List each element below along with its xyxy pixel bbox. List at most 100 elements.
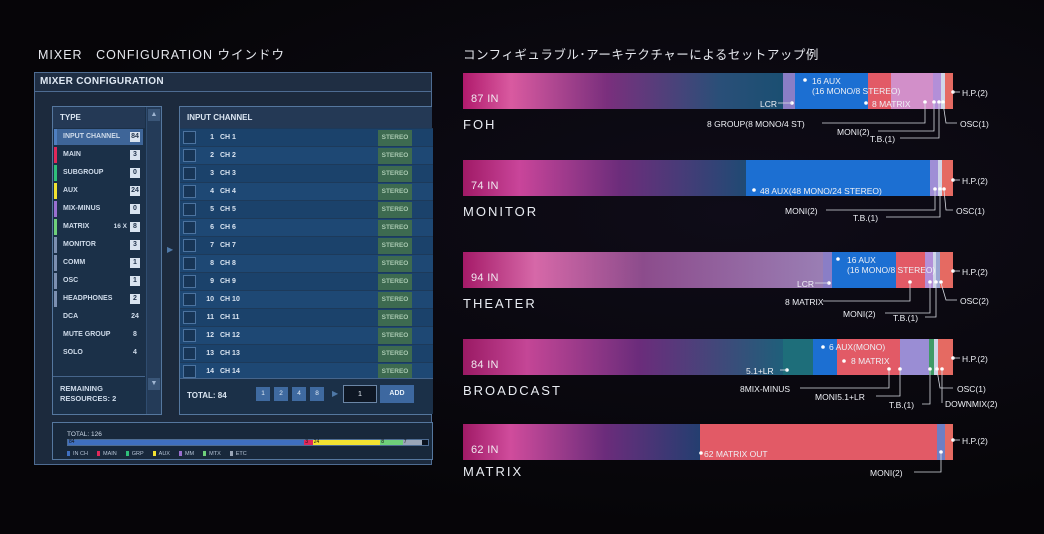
channel-mode-button[interactable]: STEREO — [378, 166, 412, 182]
channel-checkbox[interactable] — [183, 239, 196, 252]
channel-count-input[interactable]: 1 — [343, 385, 377, 403]
type-item[interactable]: HEADPHONES 2 — [54, 291, 143, 307]
channel-row[interactable]: 3 CH 3 STEREO — [180, 164, 433, 182]
channel-header: INPUT CHANNEL — [180, 107, 432, 128]
chevron-right-icon: ▶ — [167, 245, 174, 254]
channel-checkbox[interactable] — [183, 203, 196, 216]
channel-row[interactable]: 9 CH 9 STEREO — [180, 272, 433, 290]
channel-checkbox[interactable] — [183, 167, 196, 180]
channel-row[interactable]: 5 CH 5 STEREO — [180, 200, 433, 218]
channel-mode-button[interactable]: STEREO — [378, 346, 412, 362]
channel-checkbox[interactable] — [183, 329, 196, 342]
type-item[interactable]: MATRIX 16 X8 — [54, 219, 143, 235]
channel-checkbox[interactable] — [183, 347, 196, 360]
increment-button[interactable]: 2 — [274, 387, 288, 401]
channel-mode-button[interactable]: STEREO — [378, 148, 412, 164]
type-item[interactable]: MUTE GROUP 8 — [54, 327, 143, 343]
channel-checkbox[interactable] — [183, 311, 196, 324]
legend-item: ETC — [229, 451, 247, 457]
annotation-label: T.B.(1) — [893, 313, 919, 323]
type-item-count: 4 — [133, 349, 137, 356]
annotation-label: 8 MATRIX — [851, 356, 890, 366]
type-item-count: 0 — [130, 168, 140, 178]
channel-mode-button[interactable]: STEREO — [378, 130, 412, 146]
type-item[interactable]: OSC 1 — [54, 273, 143, 289]
increment-button[interactable]: 4 — [292, 387, 306, 401]
annotation-label: H.P.(2) — [962, 436, 988, 446]
type-scrollbar[interactable]: ▲ ▼ — [146, 107, 161, 414]
channel-number: 2 — [210, 152, 214, 159]
channel-row[interactable]: 11 CH 11 STEREO — [180, 308, 433, 326]
annotation-label: 16 AUX (16 MONO/8 STEREO) — [812, 76, 901, 96]
mixer-window-heading: MIXER CONFIGURATION ウインドウ — [38, 48, 285, 62]
channel-row[interactable]: 6 CH 6 STEREO — [180, 218, 433, 236]
type-item[interactable]: SOLO 4 — [54, 345, 143, 361]
channel-row[interactable]: 10 CH 10 STEREO — [180, 290, 433, 308]
input-count-label: 84 IN — [471, 359, 499, 371]
channel-mode-button[interactable]: STEREO — [378, 220, 412, 236]
input-count-label: 62 IN — [471, 444, 499, 456]
output-segment — [945, 73, 953, 109]
channel-row[interactable]: 7 CH 7 STEREO — [180, 236, 433, 254]
channel-mode-button[interactable]: STEREO — [378, 328, 412, 344]
channel-row[interactable]: 13 CH 13 STEREO — [180, 344, 433, 362]
annotation-label: MONI5.1+LR — [815, 392, 865, 402]
channel-row[interactable]: 4 CH 4 STEREO — [180, 182, 433, 200]
scroll-up-icon[interactable]: ▲ — [148, 109, 160, 121]
annotation-label: H.P.(2) — [962, 88, 988, 98]
type-item[interactable]: MIX-MINUS 0 — [54, 201, 143, 217]
type-item-count: 8 — [130, 222, 140, 232]
channel-checkbox[interactable] — [183, 275, 196, 288]
channel-checkbox[interactable] — [183, 131, 196, 144]
channel-number: 13 — [206, 350, 214, 357]
annotation-label: 8MIX-MINUS — [740, 384, 791, 394]
channel-mode-button[interactable]: STEREO — [378, 238, 412, 254]
legend-item: MTX — [203, 451, 221, 457]
type-item[interactable]: MAIN 3 — [54, 147, 143, 163]
channel-name: CH 2 — [220, 152, 236, 159]
channel-checkbox[interactable] — [183, 221, 196, 234]
input-segment — [463, 160, 746, 196]
type-item[interactable]: INPUT CHANNEL 84 — [54, 129, 143, 145]
channel-mode-button[interactable]: STEREO — [378, 184, 412, 200]
channel-row[interactable]: 1 CH 1 STEREO — [180, 128, 433, 146]
type-item-count: 84 — [130, 132, 140, 142]
page: MIXER CONFIGURATION ウインドウ コンフィギュラブル･アーキテ… — [0, 0, 1044, 534]
channel-checkbox[interactable] — [183, 185, 196, 198]
channel-total: TOTAL: 84 — [187, 391, 227, 400]
output-segment — [938, 339, 953, 375]
channel-row[interactable]: 8 CH 8 STEREO — [180, 254, 433, 272]
channel-number: 8 — [210, 260, 214, 267]
type-item[interactable]: AUX 24 — [54, 183, 143, 199]
increment-button[interactable]: 8 — [310, 387, 324, 401]
channel-checkbox[interactable] — [183, 293, 196, 306]
channel-checkbox[interactable] — [183, 365, 196, 378]
type-item[interactable]: SUBGROUP 0 — [54, 165, 143, 181]
legend-swatch — [178, 451, 182, 456]
resource-segment: 84 — [68, 440, 305, 445]
channel-mode-button[interactable]: STEREO — [378, 256, 412, 272]
scroll-down-icon[interactable]: ▼ — [148, 378, 160, 390]
channel-number: 14 — [206, 368, 214, 375]
increment-button[interactable]: 1 — [256, 387, 270, 401]
channel-row[interactable]: 2 CH 2 STEREO — [180, 146, 433, 164]
window-title: MIXER CONFIGURATION — [35, 73, 431, 92]
type-item-prefix: 16 X — [113, 223, 127, 230]
channel-mode-button[interactable]: STEREO — [378, 310, 412, 326]
channel-mode-button[interactable]: STEREO — [378, 274, 412, 290]
annotation-label: 8 GROUP(8 MONO/4 ST) — [707, 119, 805, 129]
channel-row[interactable]: 12 CH 12 STEREO — [180, 326, 433, 344]
channel-mode-button[interactable]: STEREO — [378, 202, 412, 218]
channel-checkbox[interactable] — [183, 149, 196, 162]
channel-checkbox[interactable] — [183, 257, 196, 270]
channel-name: CH 1 — [220, 134, 236, 141]
type-item[interactable]: MONITOR 3 — [54, 237, 143, 253]
type-item[interactable]: COMM 1 — [54, 255, 143, 271]
output-segment — [930, 160, 938, 196]
channel-name: CH 8 — [220, 260, 236, 267]
type-header: TYPE — [53, 107, 145, 128]
channel-mode-button[interactable]: STEREO — [378, 292, 412, 308]
add-button[interactable]: ADD — [380, 385, 414, 403]
input-count-label: 94 IN — [471, 272, 499, 284]
type-item[interactable]: DCA 24 — [54, 309, 143, 325]
